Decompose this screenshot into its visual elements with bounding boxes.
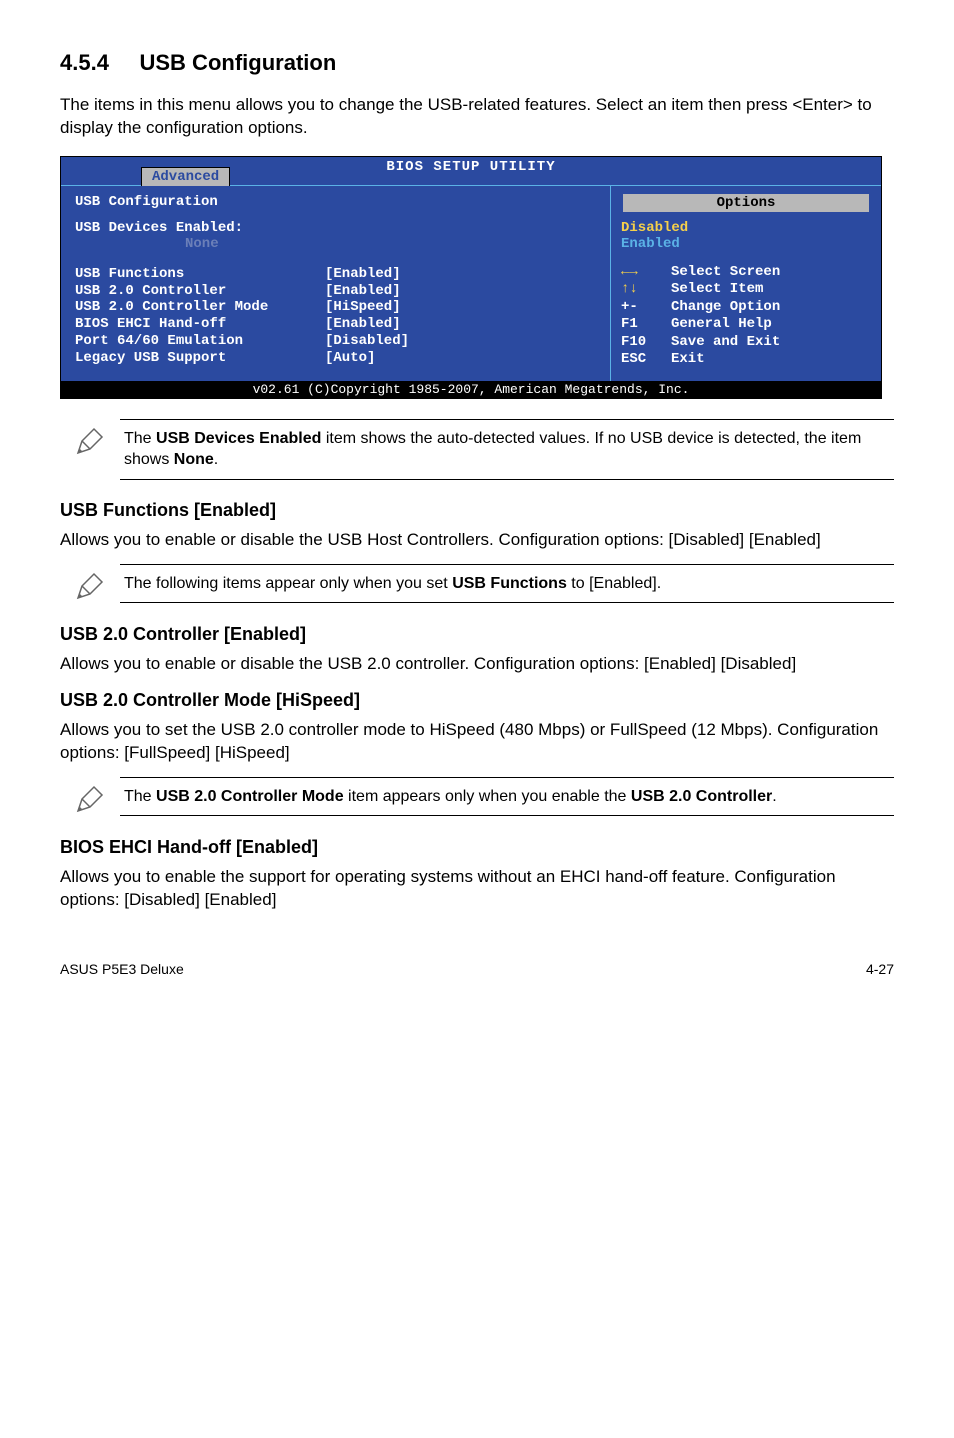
bios-help-text: General Help xyxy=(671,316,772,334)
note-block: The USB Devices Enabled item shows the a… xyxy=(60,419,894,480)
bios-row-label: BIOS EHCI Hand-off xyxy=(75,316,325,333)
bios-help-key: F10 xyxy=(621,334,671,352)
note-fragment: The xyxy=(124,430,156,447)
bios-row-value: [Enabled] xyxy=(325,266,401,283)
note-fragment: . xyxy=(214,451,218,468)
footer-left: ASUS P5E3 Deluxe xyxy=(60,961,184,977)
bios-option-enabled[interactable]: Enabled xyxy=(621,236,871,252)
footer-right: 4-27 xyxy=(866,961,894,977)
body-usb-functions: Allows you to enable or disable the USB … xyxy=(60,529,894,552)
arrows-up-down-icon xyxy=(621,281,671,299)
bios-devices-label: USB Devices Enabled: xyxy=(75,220,596,236)
note-bold: USB 2.0 Controller Mode xyxy=(156,788,344,805)
bios-right-pane: Options Disabled Enabled Select Screen S… xyxy=(611,186,881,381)
bios-help-text: Select Screen xyxy=(671,264,780,282)
bios-options-title: Options xyxy=(623,194,869,212)
bios-row[interactable]: USB 2.0 Controller Mode [HiSpeed] xyxy=(75,299,596,316)
bios-row-label: USB 2.0 Controller xyxy=(75,283,325,300)
bios-help-text: Select Item xyxy=(671,281,763,299)
bios-row-value: [HiSpeed] xyxy=(325,299,401,316)
bios-devices-value: None xyxy=(185,236,596,252)
bios-config-heading: USB Configuration xyxy=(75,194,596,210)
bios-help-key: +- xyxy=(621,299,671,317)
bios-row-label: Legacy USB Support xyxy=(75,350,325,367)
bios-title: BIOS SETUP UTILITY xyxy=(386,159,555,175)
subhead-ehci: BIOS EHCI Hand-off [Enabled] xyxy=(60,837,894,858)
bios-help-key: F1 xyxy=(621,316,671,334)
bios-row-label: USB Functions xyxy=(75,266,325,283)
note-bold: USB Functions xyxy=(452,575,567,592)
page-footer: ASUS P5E3 Deluxe 4-27 xyxy=(60,961,894,977)
bios-help-key: ESC xyxy=(621,351,671,369)
note-block: The USB 2.0 Controller Mode item appears… xyxy=(60,777,894,817)
bios-option-disabled[interactable]: Disabled xyxy=(621,220,871,236)
bios-row[interactable]: USB 2.0 Controller [Enabled] xyxy=(75,283,596,300)
intro-text: The items in this menu allows you to cha… xyxy=(60,94,894,140)
section-heading: 4.5.4 USB Configuration xyxy=(60,50,894,76)
section-number: 4.5.4 xyxy=(60,50,109,75)
note-fragment: item appears only when you enable the xyxy=(344,788,631,805)
bios-row-label: USB 2.0 Controller Mode xyxy=(75,299,325,316)
note-text: The USB Devices Enabled item shows the a… xyxy=(120,419,894,480)
bios-row-value: [Disabled] xyxy=(325,333,409,350)
bios-row[interactable]: Legacy USB Support [Auto] xyxy=(75,350,596,367)
section-title: USB Configuration xyxy=(140,50,337,75)
bios-help-text: Exit xyxy=(671,351,705,369)
bios-row[interactable]: USB Functions [Enabled] xyxy=(75,266,596,283)
bios-footer: v02.61 (C)Copyright 1985-2007, American … xyxy=(61,381,881,398)
bios-left-pane: USB Configuration USB Devices Enabled: N… xyxy=(61,186,611,381)
bios-titlebar: BIOS SETUP UTILITY Advanced xyxy=(61,157,881,185)
pencil-icon xyxy=(60,777,120,817)
bios-row-value: [Auto] xyxy=(325,350,375,367)
bios-row-label: Port 64/60 Emulation xyxy=(75,333,325,350)
bios-help-text: Save and Exit xyxy=(671,334,780,352)
note-fragment: to [Enabled]. xyxy=(567,575,661,592)
note-fragment: . xyxy=(772,788,776,805)
body-usb20-controller: Allows you to enable or disable the USB … xyxy=(60,653,894,676)
bios-panel: BIOS SETUP UTILITY Advanced USB Configur… xyxy=(60,156,882,399)
pencil-icon xyxy=(60,419,120,459)
note-bold: USB 2.0 Controller xyxy=(631,788,772,805)
body-ehci: Allows you to enable the support for ope… xyxy=(60,866,894,912)
note-bold: USB Devices Enabled xyxy=(156,430,321,447)
bios-row-value: [Enabled] xyxy=(325,283,401,300)
bios-row[interactable]: Port 64/60 Emulation [Disabled] xyxy=(75,333,596,350)
subhead-usb-functions: USB Functions [Enabled] xyxy=(60,500,894,521)
bios-row[interactable]: BIOS EHCI Hand-off [Enabled] xyxy=(75,316,596,333)
note-fragment: The following items appear only when you… xyxy=(124,575,452,592)
subhead-usb20-controller: USB 2.0 Controller [Enabled] xyxy=(60,624,894,645)
subhead-controller-mode: USB 2.0 Controller Mode [HiSpeed] xyxy=(60,690,894,711)
note-fragment: The xyxy=(124,788,156,805)
note-block: The following items appear only when you… xyxy=(60,564,894,604)
bios-help-text: Change Option xyxy=(671,299,780,317)
arrows-left-right-icon xyxy=(621,264,671,282)
note-text: The USB 2.0 Controller Mode item appears… xyxy=(120,777,894,817)
note-text: The following items appear only when you… xyxy=(120,564,894,604)
body-controller-mode: Allows you to set the USB 2.0 controller… xyxy=(60,719,894,765)
bios-help-block: Select Screen Select Item +-Change Optio… xyxy=(621,264,871,369)
note-bold: None xyxy=(174,451,214,468)
bios-row-value: [Enabled] xyxy=(325,316,401,333)
bios-tab-advanced[interactable]: Advanced xyxy=(141,167,230,186)
pencil-icon xyxy=(60,564,120,604)
